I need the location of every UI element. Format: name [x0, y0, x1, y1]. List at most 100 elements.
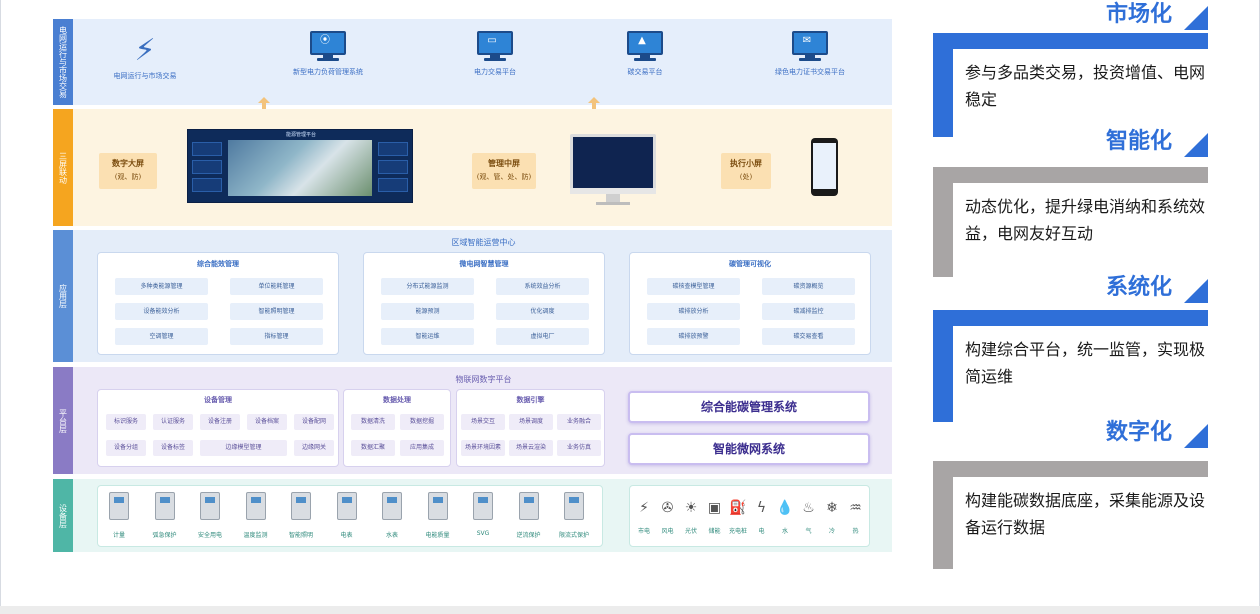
- diagram-frame: 电网运行与市场交易 ⚡ 电网运行与市场交易 ⦿ 新型电力负荷管理系统 ▭ 电力交…: [0, 0, 1260, 614]
- device-item[interactable]: 逆流保护: [511, 492, 547, 539]
- device-meter-icon: [382, 492, 402, 520]
- battery-icon: ▣: [707, 500, 722, 516]
- corner-triangle-icon: [1184, 424, 1208, 448]
- desktop-monitor-image: [570, 134, 656, 206]
- energy-item[interactable]: ♒ 热: [845, 500, 867, 535]
- energy-label: 市电: [637, 528, 650, 535]
- data-engine-chip[interactable]: 场景环境因素: [461, 440, 505, 456]
- app-item-chip[interactable]: 空调管理: [115, 328, 208, 345]
- device-item[interactable]: 计量: [101, 492, 137, 539]
- device-mgmt-chip[interactable]: 设备标签: [153, 440, 193, 456]
- energy-item[interactable]: ♨ 气: [798, 500, 820, 535]
- platform-layer: 平台层 物联网数字平台 综合能碳管理系统 智能微网系统 设备管理 标识服务 认证服务…: [53, 367, 892, 474]
- energy-item[interactable]: ϟ电: [751, 500, 773, 535]
- small-screen-label: 执行小屏 (处): [721, 153, 771, 189]
- data-processing-card: 数据处理 数据清洗 数据挖掘 数据汇聚 应用集成: [343, 389, 451, 467]
- app-item-chip[interactable]: 碳减排监控: [762, 303, 855, 320]
- monitor-icon: ⦿: [309, 31, 347, 61]
- section-title: 系统化: [1041, 275, 1208, 303]
- device-item[interactable]: 温度监测: [238, 492, 274, 539]
- energy-item[interactable]: ⛽ 充电桩: [727, 500, 749, 535]
- energy-item[interactable]: ▣ 储能: [704, 500, 726, 535]
- section-title-text: 系统化: [1105, 275, 1172, 300]
- app-item-chip[interactable]: 设备能效分析: [115, 303, 208, 320]
- energy-label: 水: [781, 528, 788, 535]
- app-item-chip[interactable]: 系统效益分析: [496, 278, 589, 295]
- system-load-mgmt: ⦿ 新型电力负荷管理系统: [268, 31, 388, 77]
- app-item-chip[interactable]: 优化调度: [496, 303, 589, 320]
- data-processing-chip[interactable]: 数据挖掘: [400, 414, 444, 430]
- energy-item[interactable]: ✇ 风电: [657, 500, 679, 535]
- data-engine-chip[interactable]: 业务仿真: [557, 440, 601, 456]
- device-item[interactable]: 电能质量: [420, 492, 456, 539]
- device-item[interactable]: 限流式保护: [556, 492, 592, 539]
- device-label: 水表: [385, 532, 398, 539]
- device-meter-icon: [200, 492, 220, 520]
- device-mgmt-chip[interactable]: 设备注册: [200, 414, 240, 430]
- device-mgmt-chip[interactable]: 设备档案: [247, 414, 287, 430]
- data-processing-chip[interactable]: 应用集成: [400, 440, 444, 456]
- app-item-chip[interactable]: 碳核查模型管理: [647, 278, 740, 295]
- device-mgmt-card: 设备管理 标识服务 认证服务 设备注册 设备档案 设备配网 设备分组 设备标签 边缘模型管理 边缘…: [97, 389, 339, 467]
- device-mgmt-chip[interactable]: 设备分组: [106, 440, 146, 456]
- device-label: 限流式保护: [558, 532, 589, 539]
- app-item-chip[interactable]: 智能运维: [381, 328, 474, 345]
- section-top-bar: [933, 310, 1208, 326]
- device-mgmt-chip[interactable]: 标识服务: [106, 414, 146, 430]
- data-engine-chip[interactable]: 场景调度: [509, 414, 553, 430]
- device-meter-icon: [109, 492, 129, 520]
- section-box: 参与多品类交易，投资增值、电网稳定: [933, 33, 1208, 137]
- device-mgmt-chip[interactable]: 认证服务: [153, 414, 193, 430]
- app-item-chip[interactable]: 能源预测: [381, 303, 474, 320]
- application-layer: 应用层 区域智能运营中心 综合能效管理 多种类能源管理 单位能耗管理 设备能效分析 智能…: [53, 230, 892, 362]
- app-item-chip[interactable]: 智能照明管理: [230, 303, 323, 320]
- energy-item[interactable]: ⚡ 市电: [633, 500, 655, 535]
- app-item-chip[interactable]: 碳资源概览: [762, 278, 855, 295]
- device-item[interactable]: 水表: [374, 492, 410, 539]
- device-meter-icon: [427, 492, 448, 520]
- app-item-chip[interactable]: 碳排放分析: [647, 303, 740, 320]
- device-layer: 设备层 计量 弧急保护 安全用电 温度监测 智能照明 电表 水表 电能质量 SVG 逆流保护 限流式…: [53, 479, 892, 552]
- device-item[interactable]: SVG: [465, 492, 501, 537]
- device-item[interactable]: 电表: [329, 492, 365, 539]
- system-carbon-trading: ▲ 碳交易平台: [585, 31, 705, 77]
- section-top-bar: [933, 33, 1208, 49]
- device-mgmt-chip[interactable]: 设备配网: [294, 414, 334, 430]
- microgrid-system-button[interactable]: 智能微网系统: [628, 433, 870, 465]
- app-item-chip[interactable]: 碳排放预警: [647, 328, 740, 345]
- energy-item[interactable]: ❄ 冷: [821, 500, 843, 535]
- power-tower-icon: ⚡: [134, 33, 156, 68]
- energy-label: 风电: [661, 528, 674, 535]
- layer-side-label: 平台层: [53, 367, 73, 474]
- device-mgmt-chip[interactable]: 边缘网关: [294, 440, 334, 456]
- heat-icon: ♒: [849, 500, 862, 516]
- data-engine-card: 数据引擎 场景交互 场景调度 业务融合 场景环境因素 场景云渲染 业务仿真: [456, 389, 605, 467]
- section-title: 市场化: [1041, 2, 1208, 30]
- data-engine-chip[interactable]: 场景交互: [461, 414, 505, 430]
- system-label: 新型电力负荷管理系统: [293, 68, 363, 76]
- app-item-chip[interactable]: 单位能耗管理: [230, 278, 323, 295]
- app-item-chip[interactable]: 碳交易查看: [762, 328, 855, 345]
- app-item-chip[interactable]: 多种类能源管理: [115, 278, 208, 295]
- device-item[interactable]: 智能照明: [283, 492, 319, 539]
- app-item-chip[interactable]: 分布式能源监测: [381, 278, 474, 295]
- carbon-system-button[interactable]: 综合能碳管理系统: [628, 391, 870, 423]
- system-green-cert: ✉ 绿色电力证书交易平台: [750, 31, 870, 77]
- data-engine-chip[interactable]: 场景云渲染: [509, 440, 553, 456]
- data-processing-chip[interactable]: 数据清洗: [351, 414, 395, 430]
- device-item[interactable]: 安全用电: [192, 492, 228, 539]
- system-label: 电网运行与市场交易: [113, 72, 177, 80]
- device-mgmt-chip[interactable]: 边缘模型管理: [200, 440, 287, 456]
- energy-item[interactable]: ☀ 光伏: [680, 500, 702, 535]
- energy-card: ⚡ 市电 ✇ 风电 ☀ 光伏 ▣ 储能 ⛽ 充电桩 ϟ 电 💧 水 ♨ 气 ❄ 冷 ♒ 热: [629, 485, 870, 547]
- system-label: 绿色电力证书交易平台: [775, 68, 845, 76]
- app-item-chip[interactable]: 虚拟电厂: [496, 328, 589, 345]
- device-meter-icon: [154, 492, 175, 520]
- data-engine-chip[interactable]: 业务融合: [557, 414, 601, 430]
- device-label: SVG: [476, 530, 490, 537]
- app-item-chip[interactable]: 指标管理: [230, 328, 323, 345]
- device-item[interactable]: 弧急保护: [147, 492, 183, 539]
- energy-item[interactable]: 💧 水: [774, 500, 796, 535]
- app-card: 微电网智慧管理 分布式能源监测 系统效益分析 能源预测 优化调度 智能运维 虚拟电厂: [363, 252, 605, 355]
- data-processing-chip[interactable]: 数据汇聚: [351, 440, 395, 456]
